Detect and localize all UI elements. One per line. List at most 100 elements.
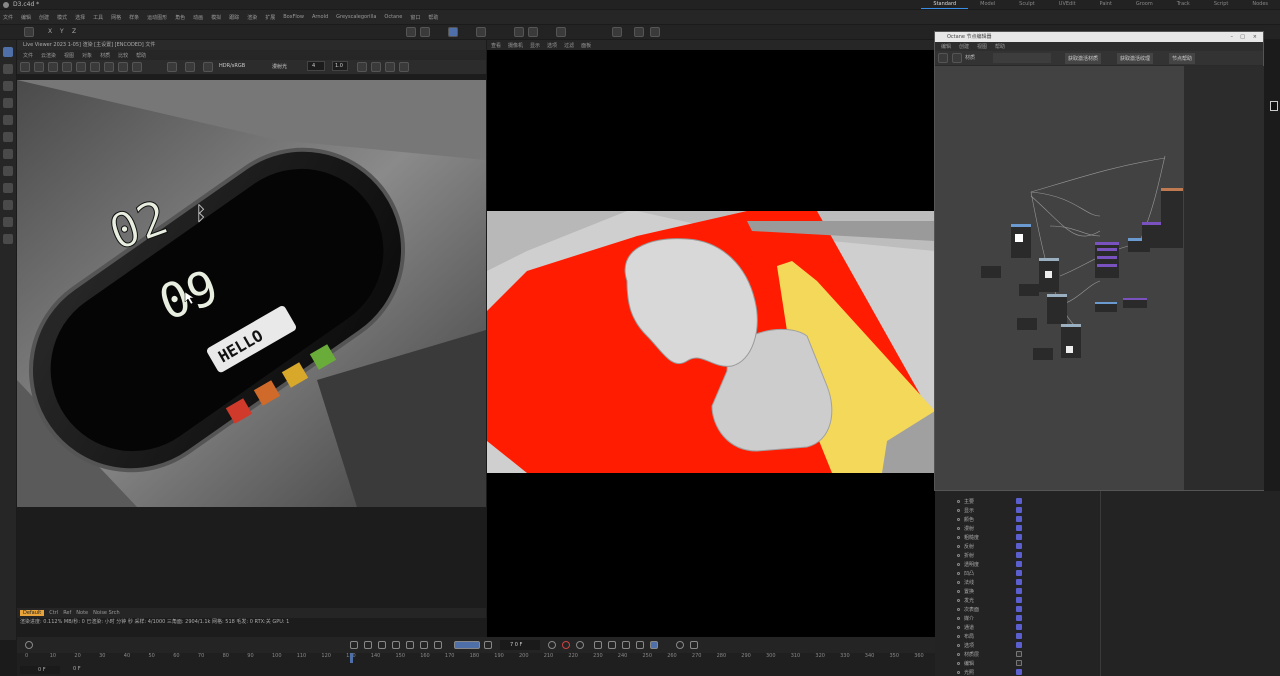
channel-radio-icon[interactable] xyxy=(957,670,960,674)
loop-icon[interactable] xyxy=(454,641,480,649)
current-frame-field[interactable]: 7 0 F xyxy=(500,640,540,650)
live-viewer-menu-item-1[interactable]: 云渲染 xyxy=(41,52,56,59)
channel-radio-icon[interactable] xyxy=(957,607,960,611)
render-settings-button[interactable] xyxy=(448,27,458,37)
get-active-material-button[interactable]: 获取激活材质 xyxy=(1065,53,1102,64)
channel-radio-icon[interactable] xyxy=(957,571,960,575)
menu-item-0[interactable]: 文件 xyxy=(3,14,13,21)
channel-checkbox[interactable] xyxy=(1016,516,1022,522)
channel-checkbox[interactable] xyxy=(1016,579,1022,585)
cube-tool-button[interactable] xyxy=(476,27,486,37)
channel-row[interactable]: 法线 xyxy=(957,578,974,586)
live-viewer-menu-item-5[interactable]: 比较 xyxy=(118,52,128,59)
layout-tab-sculpt[interactable]: Sculpt xyxy=(1007,0,1047,9)
position-key-icon[interactable] xyxy=(594,641,602,649)
channel-row[interactable]: 透明度 xyxy=(957,560,979,568)
pick-focus-icon[interactable] xyxy=(132,62,142,72)
poly-pen-icon[interactable] xyxy=(3,115,13,125)
live-viewer-menu-item-0[interactable]: 文件 xyxy=(23,52,33,59)
camera-tool-button[interactable] xyxy=(634,27,644,37)
channel-row[interactable]: 材质层 xyxy=(957,650,979,658)
perspective-viewport[interactable]: 查看 摄像机 显示 选项 过滤 面板 xyxy=(487,40,935,637)
noise-tab[interactable]: Noise Srch xyxy=(93,610,120,616)
menu-item-12[interactable]: 跟踪 xyxy=(229,14,239,21)
menu-item-3[interactable]: 模式 xyxy=(57,14,67,21)
scene-tool-button[interactable] xyxy=(650,27,660,37)
viewport-menu-item-2[interactable]: 显示 xyxy=(530,42,540,49)
menu-item-10[interactable]: 动画 xyxy=(193,14,203,21)
autokey-icon[interactable] xyxy=(562,641,570,649)
pass-value-input[interactable]: 1.0 xyxy=(332,61,348,71)
lock-icon[interactable] xyxy=(90,62,100,72)
channel-checkbox[interactable] xyxy=(1016,534,1022,540)
node-menu-item-0[interactable]: 编辑 xyxy=(941,43,951,50)
channel-checkbox[interactable] xyxy=(1016,543,1022,549)
channel-row[interactable]: 反射 xyxy=(957,542,974,550)
default-tab[interactable]: Default xyxy=(20,610,45,616)
pick-material-icon[interactable] xyxy=(167,62,177,72)
render-button[interactable] xyxy=(420,27,430,37)
viewport-menu-item-1[interactable]: 摄像机 xyxy=(508,42,523,49)
edit-tool-icon[interactable] xyxy=(3,234,13,244)
timeline-settings-icon[interactable] xyxy=(25,641,33,649)
menu-item-13[interactable]: 渲染 xyxy=(247,14,257,21)
channel-radio-icon[interactable] xyxy=(957,526,960,530)
channel-checkbox[interactable] xyxy=(1016,642,1022,648)
channel-row[interactable]: 布局 xyxy=(957,632,974,640)
channel-radio-icon[interactable] xyxy=(957,634,960,638)
close-icon[interactable]: × xyxy=(1253,32,1257,42)
get-active-texture-button[interactable]: 获取激活纹理 xyxy=(1117,53,1154,64)
material-name-field[interactable] xyxy=(993,53,1051,63)
channel-radio-icon[interactable] xyxy=(957,508,960,512)
menu-item-14[interactable]: 扩展 xyxy=(265,14,275,21)
menu-item-11[interactable]: 模拟 xyxy=(211,14,221,21)
select-tool-icon[interactable] xyxy=(3,47,13,57)
menu-item-6[interactable]: 网格 xyxy=(111,14,121,21)
channel-radio-icon[interactable] xyxy=(957,580,960,584)
channel-checkbox[interactable] xyxy=(1016,525,1022,531)
axis-x-label[interactable]: X xyxy=(48,28,52,35)
channel-radio-icon[interactable] xyxy=(957,616,960,620)
channel-checkbox[interactable] xyxy=(1016,597,1022,603)
node-graph-canvas[interactable] xyxy=(935,66,1184,490)
timeline-more-icon[interactable] xyxy=(690,641,698,649)
rotate-tool-icon[interactable] xyxy=(3,81,13,91)
playhead[interactable] xyxy=(350,653,353,663)
layout-tab-track[interactable]: Track xyxy=(1165,0,1202,9)
viewport-image[interactable] xyxy=(487,211,935,473)
viewport-menu-item-3[interactable]: 选项 xyxy=(547,42,557,49)
axis-y-label[interactable]: Y xyxy=(60,28,64,35)
channel-row[interactable]: 选项 xyxy=(957,641,974,649)
channel-row[interactable]: 通道 xyxy=(957,623,974,631)
channel-radio-icon[interactable] xyxy=(957,499,960,503)
channel-radio-icon[interactable] xyxy=(957,517,960,521)
live-viewer-menu-item-3[interactable]: 对象 xyxy=(82,52,92,59)
layout-tab-paint[interactable]: Paint xyxy=(1088,0,1124,9)
menu-item-5[interactable]: 工具 xyxy=(93,14,103,21)
channel-checkbox[interactable] xyxy=(1016,651,1022,657)
sound-icon[interactable] xyxy=(484,641,492,649)
render-view-button[interactable] xyxy=(406,27,416,37)
spline-tool-button[interactable] xyxy=(514,27,524,37)
viewport-menu-item-5[interactable]: 面板 xyxy=(581,42,591,49)
channel-radio-icon[interactable] xyxy=(957,598,960,602)
channel-row[interactable]: 粗糙度 xyxy=(957,533,979,541)
channel-radio-icon[interactable] xyxy=(957,652,960,656)
minimize-icon[interactable]: – xyxy=(1231,32,1234,42)
render-image[interactable]: 02 09 ᛒ HELLO xyxy=(17,80,486,507)
clay-mode-icon[interactable] xyxy=(104,62,114,72)
move-tool-button[interactable] xyxy=(24,27,34,37)
move-tool-icon[interactable] xyxy=(3,64,13,74)
ctrl-tab[interactable]: Ctrl xyxy=(49,610,58,616)
render-settings-icon[interactable] xyxy=(76,62,86,72)
channel-checkbox[interactable] xyxy=(1016,498,1022,504)
next-key-icon[interactable] xyxy=(420,641,428,649)
play-icon[interactable] xyxy=(392,641,400,649)
render-stop-icon[interactable] xyxy=(62,62,72,72)
channel-row[interactable]: 发光 xyxy=(957,596,974,604)
layout-tab-nodes[interactable]: Nodes xyxy=(1240,0,1280,9)
prev-key-icon[interactable] xyxy=(364,641,372,649)
channel-row[interactable]: 凹凸 xyxy=(957,569,974,577)
render-pause-icon[interactable] xyxy=(48,62,58,72)
record-icon[interactable] xyxy=(548,641,556,649)
